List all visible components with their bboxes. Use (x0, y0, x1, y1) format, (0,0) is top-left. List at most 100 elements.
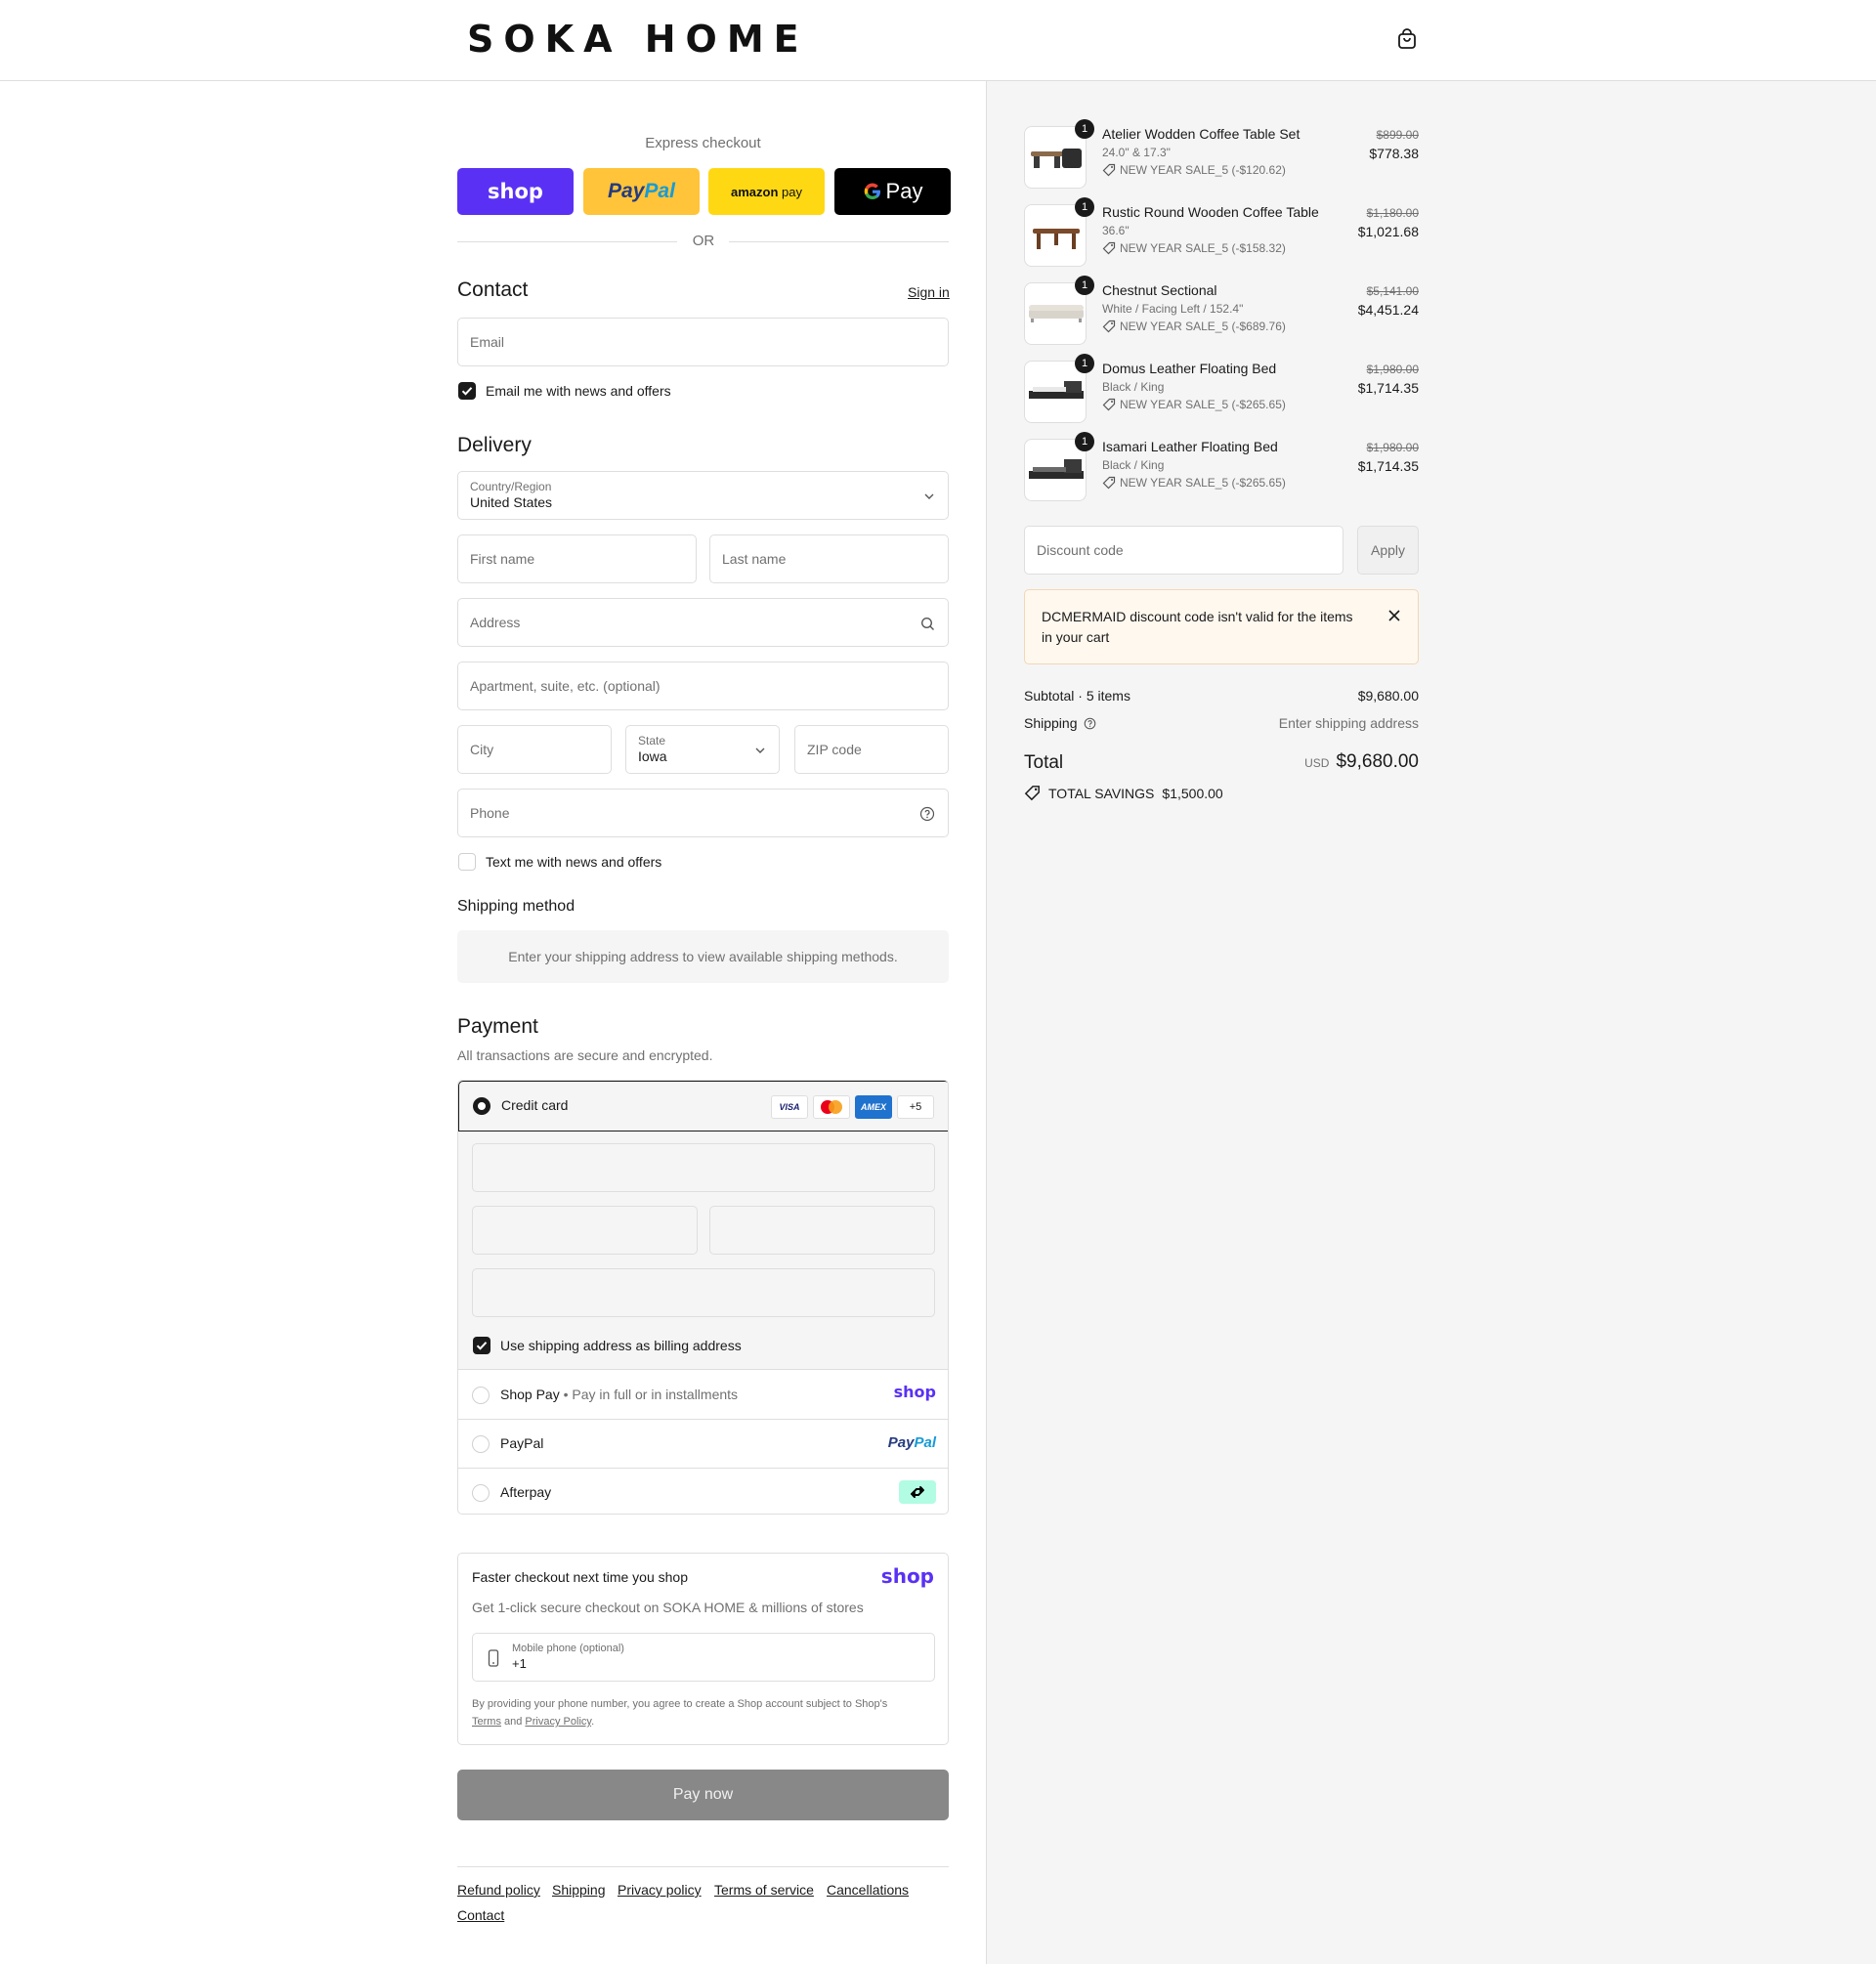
amazon-pay-logo: amazon pay (731, 184, 802, 199)
product-variant: Black / King (1102, 458, 1165, 472)
paypal-radio[interactable] (472, 1435, 490, 1453)
product-discount: NEW YEAR SALE_5 (-$120.62) (1102, 163, 1286, 177)
afterpay-option[interactable]: Afterpay (458, 1469, 948, 1514)
afterpay-logo (899, 1480, 936, 1504)
original-price: $1,980.00 (1366, 441, 1419, 454)
store-logo[interactable]: SOKA HOME (467, 18, 809, 61)
product-discount: NEW YEAR SALE_5 (-$158.32) (1102, 241, 1286, 255)
sign-in-link[interactable]: Sign in (908, 284, 950, 300)
terms-of-service-link[interactable]: Terms of service (714, 1882, 814, 1898)
shop-privacy-link[interactable]: Privacy Policy (525, 1716, 591, 1728)
express-checkout-title: Express checkout (645, 135, 761, 151)
tag-icon (1024, 786, 1040, 801)
mobile-phone-icon (488, 1649, 499, 1667)
email-field[interactable]: Email (457, 318, 949, 366)
card-name-field[interactable] (472, 1268, 935, 1317)
card-cvv-field[interactable] (709, 1206, 935, 1255)
credit-card-option[interactable]: Credit card VISA AMEX +5 (458, 1081, 948, 1131)
shop-pay-radio[interactable] (472, 1387, 490, 1404)
discount-code-placeholder: Discount code (1037, 542, 1124, 558)
paypal-logo: PayPal (887, 1434, 936, 1451)
billing-address-label: Use shipping address as billing address (500, 1338, 742, 1353)
help-circle-icon[interactable] (1084, 717, 1096, 730)
zip-field[interactable]: ZIP code (794, 725, 949, 774)
card-expiry-field[interactable] (472, 1206, 698, 1255)
original-price: $1,180.00 (1366, 206, 1419, 220)
newsletter-checkbox[interactable] (458, 382, 476, 400)
quantity-badge: 1 (1075, 354, 1094, 373)
google-pay-express-button[interactable]: Pay (834, 168, 951, 215)
sale-price: $1,021.68 (1357, 224, 1419, 239)
phone-field[interactable]: Phone (457, 789, 949, 837)
last-name-field[interactable]: Last name (709, 534, 949, 583)
quantity-badge: 1 (1075, 432, 1094, 451)
mobile-phone-label: Mobile phone (optional) (512, 1643, 624, 1654)
state-value: Iowa (638, 748, 667, 764)
country-select[interactable]: Country/Region United States (457, 471, 949, 520)
tag-icon (1102, 476, 1116, 490)
payment-methods: Credit card VISA AMEX +5 Use shipping ad… (457, 1080, 949, 1515)
shop-terms-link[interactable]: Terms (472, 1716, 501, 1728)
mastercard-circles-icon (821, 1100, 842, 1114)
privacy-policy-link[interactable]: Privacy policy (618, 1882, 702, 1898)
country-value: United States (470, 494, 553, 510)
product-variant: White / Facing Left / 152.4" (1102, 302, 1244, 316)
sms-checkbox[interactable] (458, 853, 476, 871)
shop-pay-express-button[interactable]: shop (457, 168, 574, 215)
shipping-method-message: Enter your shipping address to view avai… (508, 949, 898, 964)
apply-discount-button[interactable]: Apply (1357, 526, 1419, 575)
credit-card-radio[interactable] (473, 1097, 490, 1115)
product-variant: Black / King (1102, 380, 1165, 394)
city-field[interactable]: City (457, 725, 612, 774)
shipping-link[interactable]: Shipping (552, 1882, 606, 1898)
quantity-badge: 1 (1075, 119, 1094, 139)
card-number-field[interactable] (472, 1143, 935, 1192)
shipping-value: Enter shipping address (1278, 715, 1419, 731)
afterpay-radio[interactable] (472, 1484, 490, 1502)
close-icon[interactable] (1388, 610, 1400, 621)
email-placeholder: Email (470, 334, 505, 350)
contact-link[interactable]: Contact (457, 1907, 504, 1923)
refund-policy-link[interactable]: Refund policy (457, 1882, 540, 1898)
mobile-phone-value: +1 (512, 1656, 527, 1671)
discount-warning-banner: DCMERMAID discount code isn't valid for … (1024, 589, 1419, 664)
delivery-heading: Delivery (457, 434, 532, 456)
country-label: Country/Region (470, 480, 552, 493)
apartment-field[interactable]: Apartment, suite, etc. (optional) (457, 662, 949, 710)
amazon-pay-express-button[interactable]: amazon pay (708, 168, 825, 215)
pay-now-button[interactable]: Pay now (457, 1770, 949, 1820)
product-variant: 36.6" (1102, 224, 1130, 237)
discount-code-field[interactable]: Discount code (1024, 526, 1343, 575)
last-name-placeholder: Last name (722, 551, 787, 567)
cart-item: 1 Rustic Round Wooden Coffee Table 36.6"… (1024, 197, 1419, 273)
chevron-down-icon (755, 747, 765, 753)
phone-placeholder: Phone (470, 805, 510, 821)
apartment-placeholder: Apartment, suite, etc. (optional) (470, 678, 661, 694)
google-g-icon (864, 183, 880, 200)
address-field[interactable]: Address (457, 598, 949, 647)
total-label: Total (1024, 752, 1064, 773)
help-circle-icon[interactable] (919, 806, 935, 822)
state-select[interactable]: State Iowa (625, 725, 780, 774)
total-value: $9,680.00 (1336, 751, 1419, 772)
total-amount: USD $9,680.00 (1304, 751, 1419, 773)
first-name-field[interactable]: First name (457, 534, 697, 583)
billing-address-checkbox[interactable] (473, 1337, 490, 1354)
checkmark-icon (476, 1342, 488, 1350)
site-header: SOKA HOME (0, 0, 1876, 81)
sms-label: Text me with news and offers (486, 854, 662, 870)
cancellations-link[interactable]: Cancellations (827, 1882, 909, 1898)
more-cards-badge: +5 (897, 1095, 934, 1119)
shop-pay-option[interactable]: Shop Pay • Pay in full or in installment… (458, 1371, 948, 1420)
paypal-express-button[interactable]: PayPal (583, 168, 700, 215)
footer-divider (457, 1866, 949, 1867)
tag-icon (1102, 163, 1116, 177)
paypal-option[interactable]: PayPal PayPal (458, 1420, 948, 1469)
mastercard-icon (813, 1095, 850, 1119)
city-placeholder: City (470, 742, 494, 757)
afterpay-arrows-icon (911, 1486, 924, 1498)
shopping-bag-icon[interactable] (1395, 27, 1419, 51)
tag-icon (1102, 398, 1116, 411)
mobile-phone-field[interactable]: Mobile phone (optional) +1 (472, 1633, 935, 1682)
shop-account-promo: Faster checkout next time you shop shop … (457, 1553, 949, 1745)
